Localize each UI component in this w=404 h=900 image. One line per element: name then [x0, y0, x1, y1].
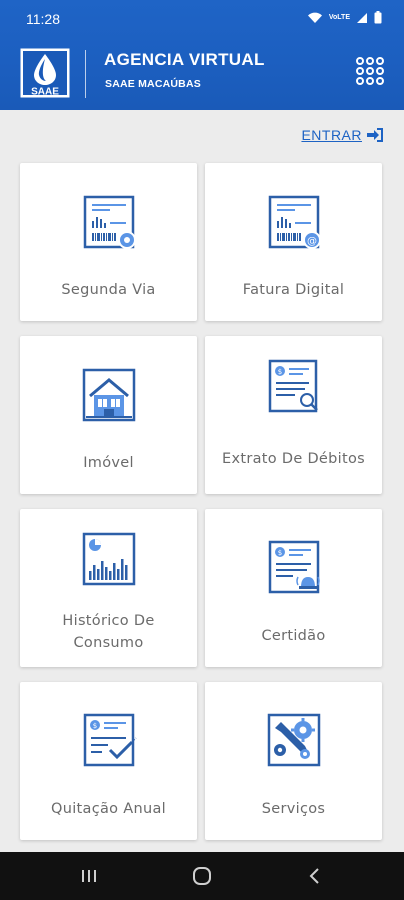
svg-text:@: @: [307, 236, 317, 247]
services-icon: [267, 713, 320, 767]
login-label: ENTRAR: [301, 127, 362, 143]
svg-text:$: $: [277, 549, 281, 557]
tile-label: Extrato De Débitos: [222, 451, 365, 467]
wifi-icon: [307, 12, 322, 23]
tile-imovel[interactable]: Imóvel: [20, 336, 197, 494]
tile-fatura-digital[interactable]: @ Fatura Digital: [205, 163, 382, 321]
status-time: 11:28: [26, 11, 60, 27]
header-divider: [85, 50, 86, 98]
status-bar: 11:28 VoLTE: [0, 0, 404, 38]
app-header: 11:28 VoLTE SAAE AGENCIA VIRTUAL SAAE MA…: [0, 0, 404, 110]
house-icon: [82, 368, 135, 422]
network-label: VoLTE: [328, 14, 350, 21]
status-icons: VoLTE: [307, 11, 382, 24]
certificate-icon: $: [268, 540, 320, 594]
home-icon[interactable]: [190, 864, 214, 888]
consumption-history-icon: [82, 532, 135, 586]
back-icon[interactable]: [303, 864, 327, 888]
battery-icon: [374, 11, 382, 24]
login-arrow-icon: [367, 128, 383, 142]
app-title: AGENCIA VIRTUAL: [104, 50, 265, 69]
tile-certidao[interactable]: $ Certidão: [205, 509, 382, 667]
system-nav-bar: [0, 852, 404, 900]
logo-text: SAAE: [31, 87, 59, 98]
tile-label: Segunda Via: [61, 282, 156, 298]
tile-label: Fatura Digital: [242, 282, 345, 298]
digital-invoice-icon: @: [268, 195, 321, 249]
login-link[interactable]: ENTRAR: [301, 127, 384, 143]
tile-quitacao-anual[interactable]: $ Quitação Anual: [20, 682, 197, 840]
tile-extrato-de-debitos[interactable]: $ Extrato De Débitos: [205, 336, 382, 494]
tile-label: Imóvel: [83, 455, 134, 471]
tile-segunda-via[interactable]: Segunda Via: [20, 163, 197, 321]
app-subtitle: SAAE MACAÚBAS: [105, 78, 201, 90]
tile-historico-de-consumo[interactable]: Histórico De Consumo: [20, 509, 197, 667]
tile-label: Serviços: [261, 801, 326, 817]
svg-text:$: $: [92, 722, 96, 730]
annual-settlement-icon: $: [83, 713, 137, 767]
tile-label: Histórico De Consumo: [62, 613, 155, 651]
recent-apps-icon[interactable]: [77, 864, 101, 888]
tile-label: Certidão: [261, 628, 326, 644]
svg-text:$: $: [277, 368, 281, 376]
tile-servicos[interactable]: Serviços: [205, 682, 382, 840]
saae-logo: SAAE: [20, 48, 70, 98]
debt-statement-icon: $: [268, 359, 318, 413]
signal-icon: [357, 12, 367, 23]
tile-label: Quitação Anual: [51, 801, 166, 817]
invoice-copy-icon: [83, 195, 136, 249]
apps-grid-icon[interactable]: [355, 56, 385, 86]
